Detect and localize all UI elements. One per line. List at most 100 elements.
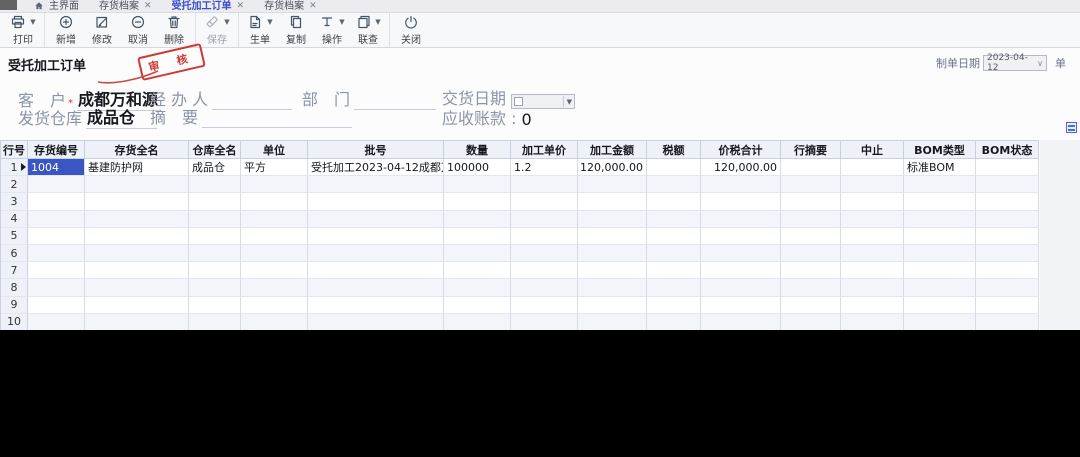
row-number-cell[interactable]: 5 xyxy=(1,228,28,245)
修改-button[interactable]: 修改 xyxy=(84,13,120,47)
grid-cell[interactable] xyxy=(85,176,189,193)
grid-cell[interactable]: 标准BOM xyxy=(904,159,976,176)
grid-cell[interactable] xyxy=(781,314,841,331)
grid-cell[interactable] xyxy=(578,262,647,279)
操作-button[interactable]: ▼操作 xyxy=(314,13,350,47)
row-number-cell[interactable]: 2 xyxy=(1,176,28,193)
grid-cell[interactable] xyxy=(189,176,241,193)
dropdown-caret-icon[interactable]: ▼ xyxy=(267,18,272,26)
grid-cell[interactable] xyxy=(578,176,647,193)
grid-cell[interactable] xyxy=(781,279,841,296)
grid-cell[interactable] xyxy=(976,176,1039,193)
联查-button[interactable]: ▼联查 xyxy=(350,13,386,47)
row-number-cell[interactable]: 3 xyxy=(1,193,28,210)
grid-cell[interactable]: 受托加工2023-04-12成都万和源 xyxy=(308,159,444,176)
grid-cell[interactable] xyxy=(647,159,701,176)
复制-button[interactable]: 复制 xyxy=(278,13,314,47)
tab-item-1[interactable]: 存货档案✕ xyxy=(89,0,162,13)
grid-cell[interactable] xyxy=(511,176,578,193)
新增-button[interactable]: 新增 xyxy=(48,13,84,47)
grid-cell[interactable] xyxy=(28,314,85,331)
grid-cell[interactable] xyxy=(444,262,511,279)
grid-cell[interactable] xyxy=(647,211,701,228)
grid-cell[interactable]: 平方 xyxy=(241,159,308,176)
grid-cell[interactable] xyxy=(976,159,1039,176)
grid-cell[interactable] xyxy=(578,314,647,331)
grid-cell[interactable] xyxy=(444,211,511,228)
grid-cell[interactable] xyxy=(28,297,85,314)
grid-cell[interactable] xyxy=(841,211,904,228)
grid-cell[interactable] xyxy=(781,297,841,314)
close-icon[interactable]: ✕ xyxy=(237,0,245,13)
grid-cell[interactable] xyxy=(841,297,904,314)
grid-cell[interactable] xyxy=(444,297,511,314)
grid-cell[interactable] xyxy=(701,228,781,245)
grid-cell[interactable]: 120,000.00 xyxy=(578,159,647,176)
生单-button[interactable]: ▼生单 xyxy=(242,13,278,47)
grid-cell[interactable] xyxy=(647,228,701,245)
grid-cell[interactable] xyxy=(511,262,578,279)
grid-cell[interactable] xyxy=(976,314,1039,331)
grid-cell[interactable] xyxy=(444,245,511,262)
grid-cell[interactable] xyxy=(701,262,781,279)
row-number-cell[interactable]: 4 xyxy=(1,211,28,228)
grid-cell[interactable] xyxy=(85,245,189,262)
dropdown-caret-icon[interactable]: ▼ xyxy=(224,18,229,26)
grid-cell[interactable] xyxy=(904,176,976,193)
grid-cell[interactable] xyxy=(841,314,904,331)
grid-cell[interactable] xyxy=(781,262,841,279)
grid-cell[interactable] xyxy=(781,159,841,176)
grid-cell[interactable] xyxy=(976,245,1039,262)
grid-cell[interactable] xyxy=(189,297,241,314)
grid-cell[interactable] xyxy=(841,176,904,193)
grid-cell[interactable] xyxy=(28,228,85,245)
grid-cell[interactable] xyxy=(241,262,308,279)
grid-cell[interactable] xyxy=(85,228,189,245)
grid-cell[interactable] xyxy=(841,193,904,210)
grid-cell[interactable] xyxy=(701,297,781,314)
grid-cell[interactable] xyxy=(511,245,578,262)
grid-cell[interactable] xyxy=(189,228,241,245)
grid-cell[interactable] xyxy=(511,279,578,296)
grid-cell[interactable] xyxy=(241,279,308,296)
保存-button[interactable]: ▼保存 xyxy=(199,13,235,47)
grid-cell[interactable] xyxy=(904,262,976,279)
summary-input[interactable] xyxy=(202,114,352,128)
row-number-cell[interactable]: 8 xyxy=(1,279,28,296)
tab-item-3[interactable]: 存货档案✕ xyxy=(254,0,327,13)
row-number-cell[interactable]: 7 xyxy=(1,262,28,279)
grid-cell[interactable] xyxy=(189,279,241,296)
grid-cell[interactable] xyxy=(308,262,444,279)
grid-cell[interactable] xyxy=(841,228,904,245)
grid-cell[interactable]: 成品仓 xyxy=(189,159,241,176)
grid-cell[interactable] xyxy=(976,279,1039,296)
grid-cell[interactable] xyxy=(578,297,647,314)
grid-cell[interactable] xyxy=(647,314,701,331)
grid-cell[interactable] xyxy=(444,228,511,245)
grid-settings-icon[interactable] xyxy=(1066,122,1077,133)
grid-cell[interactable] xyxy=(841,262,904,279)
grid-cell[interactable] xyxy=(241,245,308,262)
grid-cell[interactable] xyxy=(241,176,308,193)
grid-cell[interactable] xyxy=(189,245,241,262)
row-number-cell[interactable]: 1 xyxy=(1,159,28,176)
grid-cell[interactable] xyxy=(701,193,781,210)
grid-cell[interactable] xyxy=(647,279,701,296)
warehouse-input[interactable]: 成品仓 xyxy=(86,104,157,129)
grid-cell[interactable] xyxy=(781,245,841,262)
grid-cell[interactable] xyxy=(647,245,701,262)
grid-cell[interactable] xyxy=(85,211,189,228)
grid-cell[interactable]: 1.2 xyxy=(511,159,578,176)
grid-cell[interactable] xyxy=(444,176,511,193)
grid-cell[interactable] xyxy=(701,176,781,193)
grid-cell[interactable] xyxy=(647,176,701,193)
grid-cell[interactable] xyxy=(85,193,189,210)
grid-cell[interactable] xyxy=(85,279,189,296)
close-icon[interactable]: ✕ xyxy=(309,0,317,13)
close-icon[interactable]: ✕ xyxy=(144,0,152,13)
grid-cell[interactable] xyxy=(904,193,976,210)
grid-cell[interactable] xyxy=(308,176,444,193)
grid-cell[interactable] xyxy=(308,245,444,262)
grid-cell[interactable] xyxy=(701,314,781,331)
grid-cell[interactable] xyxy=(308,211,444,228)
